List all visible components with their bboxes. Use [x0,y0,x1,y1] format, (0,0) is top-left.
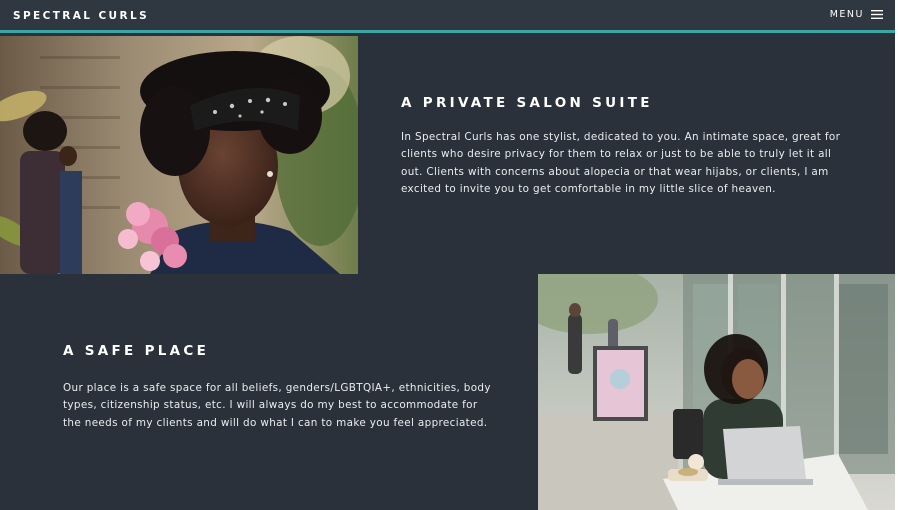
hamburger-icon [871,10,883,19]
section-body: Our place is a safe space for all belief… [63,382,491,429]
brand-logo[interactable]: SPECTRAL CURLS [13,10,149,22]
section-body: In Spectral Curls has one stylist, dedic… [401,131,841,196]
section-heading: A SAFE PLACE [63,343,210,359]
salon-suite-photo [0,36,358,274]
private-salon-section: A PRIVATE SALON SUITE In Spectral Curls … [401,95,841,199]
site-header: SPECTRAL CURLS MENU [0,0,895,33]
safe-place-photo [538,274,895,510]
page-frame: SPECTRAL CURLS MENU A PRIVATE SALON SUIT… [0,0,895,510]
menu-button[interactable]: MENU [830,9,883,20]
menu-label: MENU [829,9,864,20]
safe-place-section: A SAFE PLACE Our place is a safe space f… [63,343,493,432]
section-heading: A PRIVATE SALON SUITE [401,95,653,111]
